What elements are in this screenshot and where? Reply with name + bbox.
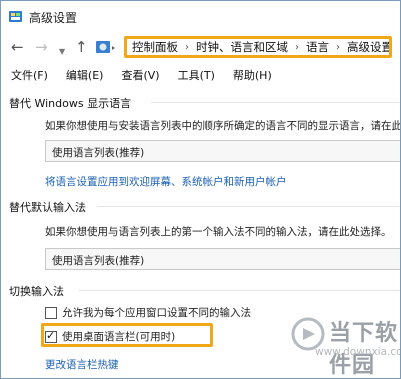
forward-arrow-icon[interactable]: → [35, 40, 48, 55]
control-panel-location-icon [96, 41, 115, 53]
menu-view[interactable]: 查看(V) [111, 65, 167, 85]
crumb-clock-language-region[interactable]: 时钟、语言和区域 [191, 39, 293, 55]
desktop-language-bar-checkbox[interactable] [45, 329, 57, 343]
recent-locations-chevron-icon[interactable]: ▼ [59, 44, 65, 59]
title-bar: 高级设置 [1, 1, 400, 33]
section-divider [151, 102, 400, 103]
menu-edit[interactable]: 编辑(E) [56, 65, 112, 85]
up-arrow-icon[interactable]: ↑ [75, 40, 88, 55]
breadcrumb-separator-icon: › [295, 41, 299, 53]
menu-help[interactable]: 帮助(H) [223, 65, 280, 85]
watermark-url: www.downxia.com [315, 346, 400, 358]
window-title: 高级设置 [29, 11, 78, 25]
input-method-description: 如果你想使用与语言列表上的第一个输入法不同的输入法，请在此处选择。 [45, 226, 392, 238]
menu-tools[interactable]: 工具(T) [168, 65, 223, 85]
section-divider [79, 290, 400, 291]
change-language-bar-hotkeys-link[interactable]: 更改语言栏热键 [45, 357, 119, 372]
window: 高级设置 ← → ▼ ↑ 控制面板 › 时钟、语言和区域 › 语言 › 高级设置… [0, 0, 401, 379]
crumb-language[interactable]: 语言 [301, 39, 334, 55]
crumb-control-panel[interactable]: 控制面板 [127, 39, 183, 55]
breadcrumb-separator-icon: › [185, 41, 189, 53]
per-app-input-method-checkbox[interactable] [45, 306, 57, 319]
apply-language-settings-link[interactable]: 将语言设置应用到欢迎屏幕、系统帐户和新用户帐户 [45, 174, 287, 189]
back-arrow-icon[interactable]: ← [11, 40, 24, 55]
display-language-heading: 替代 Windows 显示语言 [9, 97, 132, 110]
input-method-heading: 替代默认输入法 [9, 201, 86, 214]
per-app-input-method-option[interactable]: 允许我为每个应用窗口设置不同的输入法 [45, 305, 251, 320]
control-panel-icon [9, 11, 22, 22]
switch-input-heading: 切换输入法 [9, 285, 64, 298]
display-language-select[interactable]: 使用语言列表(推荐) [45, 140, 400, 162]
display-language-description: 如果你想使用与安装语言列表中的顺序所确定的语言不同的显示语言，请在此 [45, 120, 401, 132]
per-app-input-method-label: 允许我为每个应用窗口设置不同的输入法 [62, 307, 251, 319]
menu-bar: 文件(F) 编辑(E) 查看(V) 工具(T) 帮助(H) [1, 65, 400, 85]
address-row: ← → ▼ ↑ 控制面板 › 时钟、语言和区域 › 语言 › 高级设置 [1, 34, 400, 62]
desktop-language-bar-option[interactable]: 使用桌面语言栏(可用时) [45, 329, 175, 344]
breadcrumb[interactable]: 控制面板 › 时钟、语言和区域 › 语言 › 高级设置 [124, 36, 392, 58]
section-divider [97, 206, 400, 207]
input-method-select[interactable]: 使用语言列表(推荐) [45, 248, 400, 270]
breadcrumb-separator-icon: › [336, 41, 340, 53]
crumb-advanced-settings[interactable]: 高级设置 [342, 39, 389, 55]
desktop-language-bar-label: 使用桌面语言栏(可用时) [62, 331, 176, 343]
menu-file[interactable]: 文件(F) [1, 65, 56, 85]
